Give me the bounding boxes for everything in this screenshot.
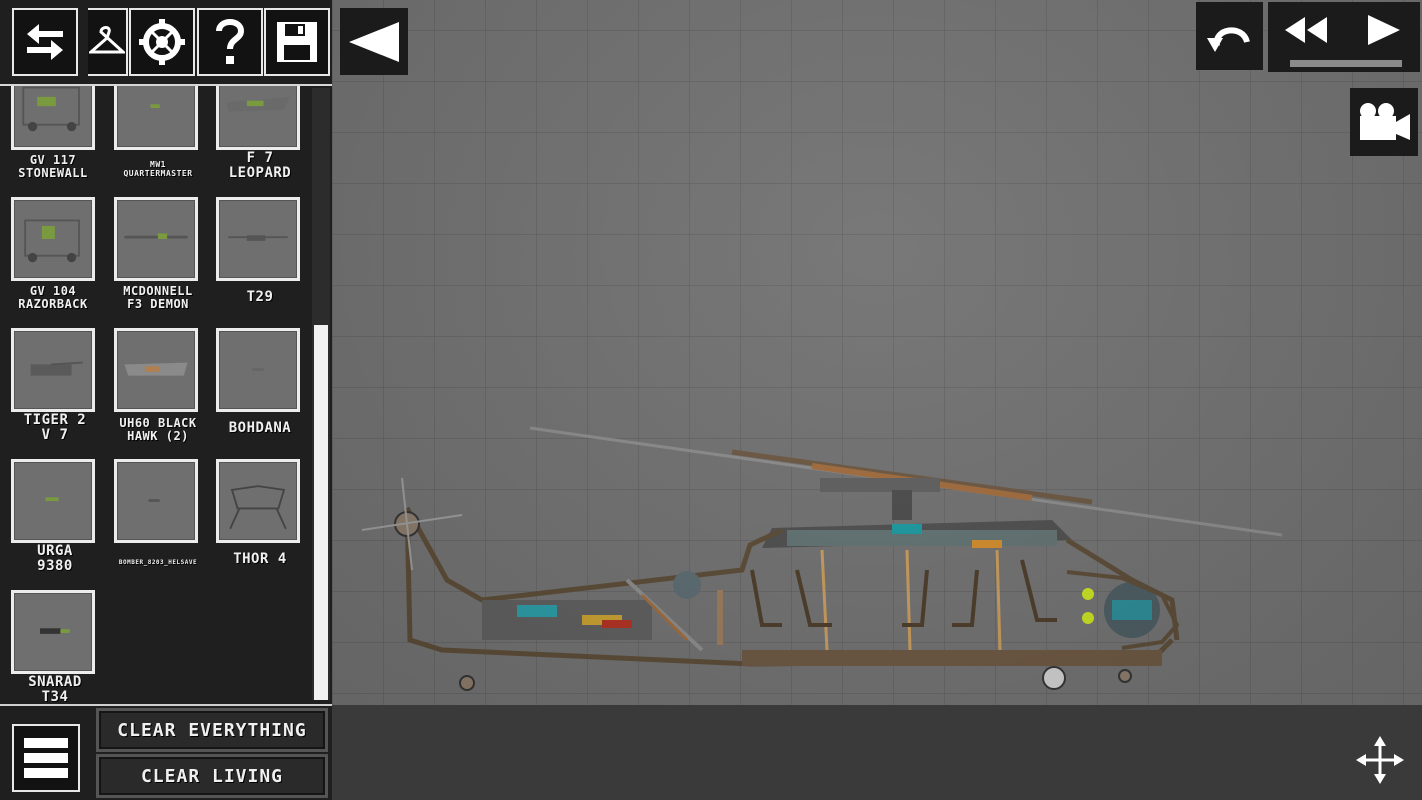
undo-button[interactable] bbox=[1196, 2, 1263, 70]
item-thumbnail bbox=[11, 590, 95, 674]
item-label-line2: QUARTERMASTER bbox=[123, 169, 193, 178]
item-thumbnail bbox=[114, 459, 198, 543]
item-thumbnail bbox=[114, 328, 198, 412]
item-thumbnail bbox=[216, 197, 300, 281]
menu-button[interactable] bbox=[12, 724, 80, 792]
help-button[interactable] bbox=[197, 8, 263, 76]
move-handle[interactable] bbox=[1356, 736, 1404, 784]
swap-button[interactable] bbox=[12, 8, 78, 76]
item-label-line2: V 7 bbox=[41, 427, 69, 443]
item-label-line1: SNARAD bbox=[28, 674, 82, 690]
toolbar-divider bbox=[0, 84, 332, 86]
item-label-line1: BOMBER_8203_HELSAVE bbox=[118, 559, 198, 566]
swap-icon bbox=[27, 24, 63, 60]
collapse-sidebar-button[interactable] bbox=[340, 8, 408, 75]
item-label-line1: TIGER 2 bbox=[23, 412, 87, 428]
bottom-divider bbox=[0, 704, 332, 706]
rewind-button[interactable] bbox=[1282, 8, 1330, 52]
item-label-line2: F3 DEMON bbox=[127, 297, 189, 311]
hamburger-icon bbox=[24, 738, 68, 778]
clothing-button[interactable] bbox=[88, 8, 128, 76]
item-label-line1: T29 bbox=[246, 289, 274, 305]
item-thumbnail bbox=[216, 459, 300, 543]
camera-button[interactable] bbox=[1350, 88, 1418, 156]
triangle-left-icon bbox=[349, 21, 399, 62]
item-thumbnail bbox=[114, 197, 198, 281]
clear-everything-button[interactable]: CLEAR EVERYTHING bbox=[96, 708, 328, 752]
item-thumbnail bbox=[11, 197, 95, 281]
item-label-line2: LEOPARD bbox=[228, 165, 292, 181]
settings-button[interactable] bbox=[129, 8, 195, 76]
play-icon bbox=[1368, 15, 1400, 45]
time-controls bbox=[1268, 2, 1420, 72]
time-scale-slider[interactable] bbox=[1290, 60, 1402, 67]
item-label-line2: RAZORBACK bbox=[18, 297, 88, 311]
item-thumbnail bbox=[11, 328, 95, 412]
hanger-icon bbox=[89, 26, 125, 54]
helicopter-contraption[interactable] bbox=[332, 0, 1422, 705]
camera-icon bbox=[1360, 103, 1410, 140]
item-label-line1: THOR 4 bbox=[233, 551, 287, 567]
sandbox-canvas[interactable] bbox=[332, 0, 1422, 705]
play-button[interactable] bbox=[1360, 8, 1408, 52]
item-label-line2: 9380 bbox=[37, 558, 73, 574]
ground-floor bbox=[332, 705, 1422, 800]
save-icon bbox=[277, 22, 317, 62]
help-icon bbox=[216, 19, 245, 64]
item-thumbnail bbox=[216, 328, 300, 412]
item-thumbnail bbox=[11, 459, 95, 543]
rewind-icon bbox=[1285, 17, 1327, 43]
item-label-line2: STONEWALL bbox=[18, 166, 88, 180]
sidebar-scrollbar[interactable] bbox=[314, 325, 328, 700]
save-button[interactable] bbox=[264, 8, 330, 76]
gear-icon bbox=[139, 19, 185, 65]
undo-icon bbox=[1206, 27, 1250, 52]
item-label-line1: URGA bbox=[37, 543, 73, 559]
item-label-line2: HAWK (2) bbox=[127, 429, 189, 443]
item-label-line2: T34 bbox=[41, 689, 69, 705]
spawn-sidebar: GV 117 STONEWALL MW1 QUARTERMASTER F 7 L… bbox=[0, 0, 332, 800]
item-label-line1: BOHDANA bbox=[228, 420, 292, 436]
clear-living-button[interactable]: CLEAR LIVING bbox=[96, 754, 328, 798]
item-label-line1: F 7 bbox=[246, 150, 274, 166]
move-icon bbox=[1356, 736, 1404, 784]
